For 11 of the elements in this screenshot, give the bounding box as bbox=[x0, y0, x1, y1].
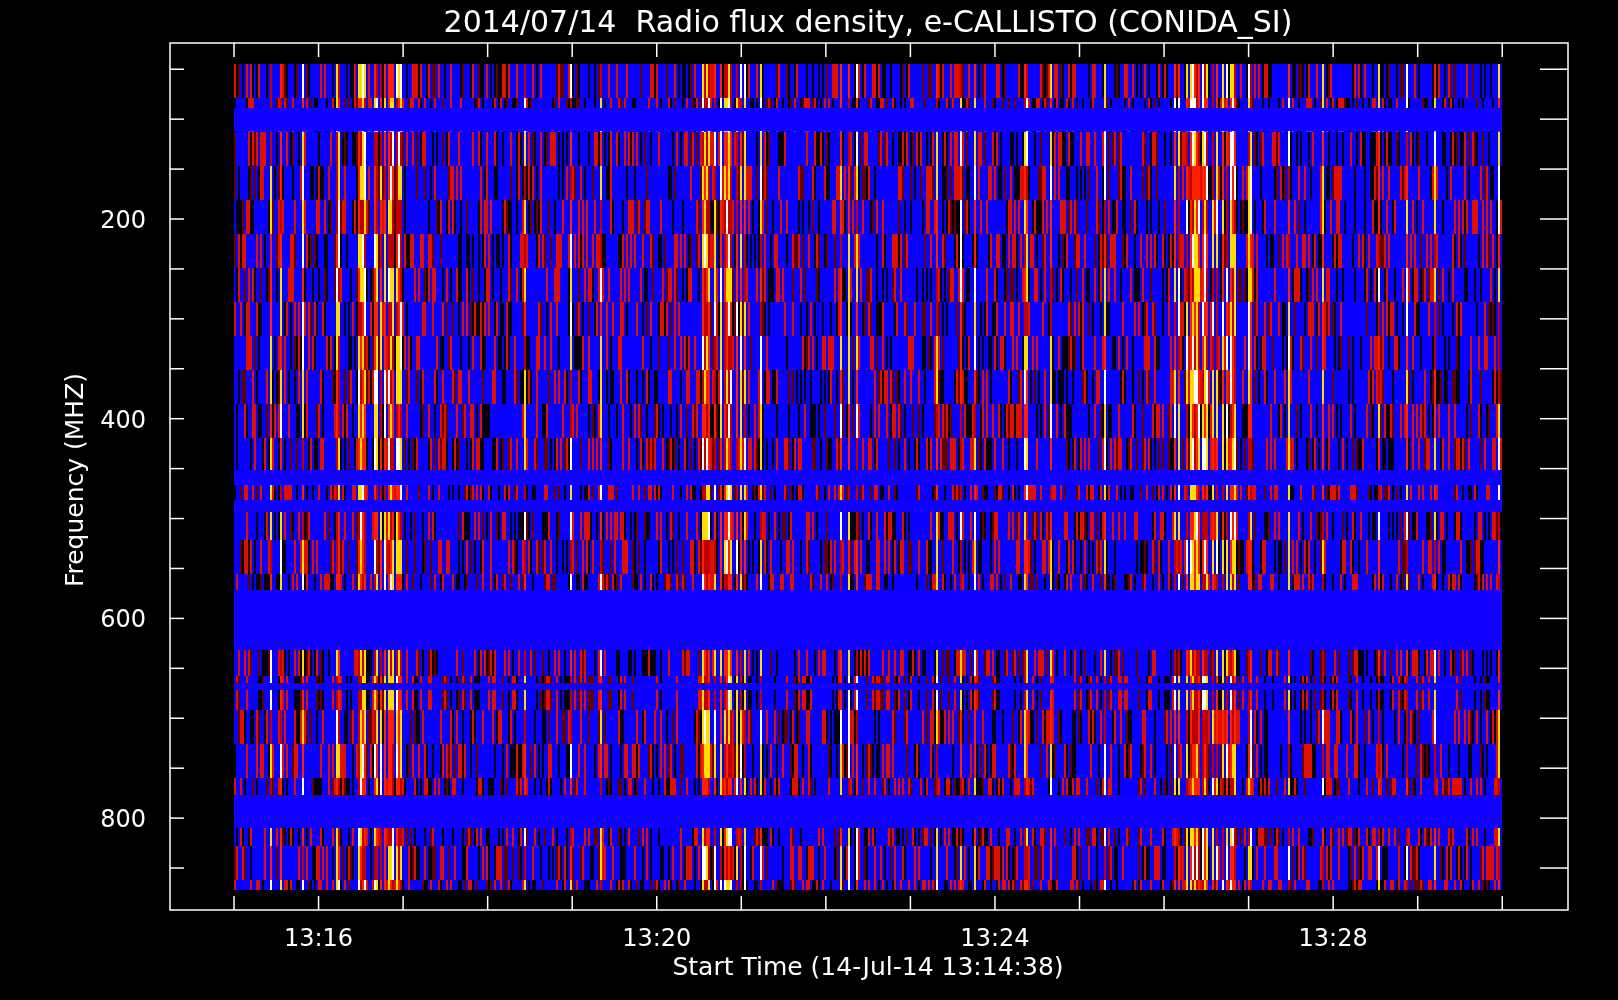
tick-label: 200 bbox=[100, 206, 146, 234]
chart-title: 2014/07/14 Radio flux density, e-CALLISTO (CONIDA_SI) bbox=[443, 4, 1293, 39]
tick-label: 400 bbox=[100, 405, 146, 434]
axis-label: Start Time (14-Jul-14 13:14:38) bbox=[672, 952, 1064, 981]
tick-label: 13:28 bbox=[1298, 924, 1368, 952]
tick-label: 600 bbox=[100, 605, 146, 634]
axis-label: Frequency (MHZ) bbox=[60, 372, 89, 588]
tick-label: 13:24 bbox=[960, 924, 1030, 952]
tick-label: 800 bbox=[100, 805, 146, 834]
tick-label: 13:20 bbox=[622, 924, 692, 952]
tick-label: 13:16 bbox=[283, 924, 354, 952]
